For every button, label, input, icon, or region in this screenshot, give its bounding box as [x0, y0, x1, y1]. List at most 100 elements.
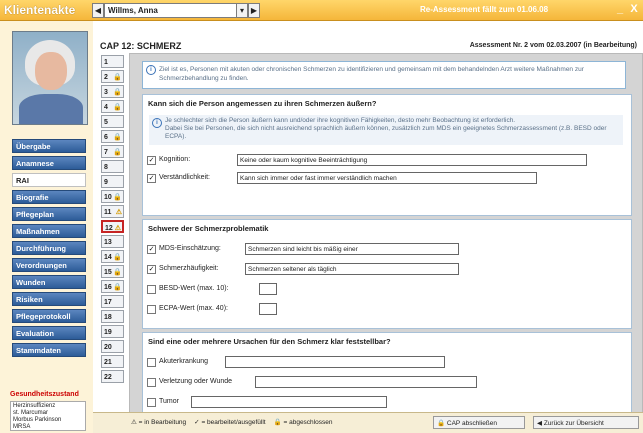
step-18[interactable]: 18 [101, 310, 124, 323]
step-label: 13 [104, 239, 112, 246]
ecpa-checkbox[interactable] [147, 305, 156, 314]
mds-label: MDS-Einschätzung: [159, 245, 221, 252]
page-title: CAP 12: SCHMERZ [100, 41, 182, 51]
step-12[interactable]: 12 ⚠ [101, 220, 124, 233]
hint-box: i Je schlechter sich die Person äußern k… [149, 115, 623, 145]
comprehension-checkbox[interactable]: ✓ [147, 174, 156, 183]
step-13[interactable]: 13 [101, 235, 124, 248]
sidebar-item[interactable]: Evaluation [12, 326, 86, 340]
bottom-bar: ⚠ = in Bearbeitung ✓ = bearbeitet/ausgefü… [93, 412, 643, 433]
diagnoses-title: Gesundheitszustand [10, 391, 79, 398]
injury-field[interactable] [255, 376, 477, 388]
comprehension-label: Verständlichkeit: [159, 174, 210, 181]
back-to-overview-button[interactable]: ◀ Zurück zur Übersicht [533, 416, 639, 429]
mds-field[interactable]: Schmerzen sind leicht bis mäßig einer [245, 243, 459, 255]
patient-dropdown-button[interactable]: ▾ [236, 3, 248, 18]
status-legend: ⚠ = in Bearbeitung ✓ = bearbeitet/ausgefü… [131, 413, 340, 433]
step-label: 16 [104, 284, 112, 291]
main-panel: CAP 12: SCHMERZ Assessment Nr. 2 vom 02.… [93, 21, 643, 413]
lock-icon: 🔒 [113, 254, 122, 261]
step-20[interactable]: 20 [101, 340, 124, 353]
step-label: 6 [104, 134, 108, 141]
minimize-button[interactable]: _ [614, 3, 626, 15]
frequency-field[interactable]: Schmerzen seltener als täglich [245, 263, 459, 275]
step-19[interactable]: 19 [101, 325, 124, 338]
tumor-label: Tumor [159, 398, 179, 405]
step-21[interactable]: 21 [101, 355, 124, 368]
assessment-status: Assessment Nr. 2 vom 02.03.2007 (in Bear… [469, 42, 637, 49]
legend-text: = in Bearbeitung [138, 419, 187, 426]
sidebar-item[interactable]: Stammdaten [12, 343, 86, 357]
lock-icon: 🔒 [113, 284, 122, 291]
step-1[interactable]: 1 [101, 55, 124, 68]
sidebar-item[interactable]: Verordnungen [12, 258, 86, 272]
step-5[interactable]: 5 [101, 115, 124, 128]
step-label: 15 [104, 269, 112, 276]
tumor-checkbox[interactable] [147, 398, 156, 407]
title-bar: Klientenakte ◀ Willms, Anna ▾ ▶ Re-Asses… [0, 0, 643, 21]
injury-checkbox[interactable] [147, 378, 156, 387]
step-label: 1 [104, 59, 108, 66]
step-11[interactable]: 11 ⚠ [101, 205, 124, 218]
diagnoses-list[interactable]: Herzinsuffizienz st. Marcumar Morbus Parki… [10, 401, 86, 431]
sidebar-item[interactable]: RAI [12, 173, 86, 187]
step-9[interactable]: 9 [101, 175, 124, 188]
legend-symbol-icon: ⚠ [131, 419, 137, 426]
step-16[interactable]: 16 🔒 [101, 280, 124, 293]
step-8[interactable]: 8 [101, 160, 124, 173]
hint-text-1: Je schlechter sich die Person äußern kan… [165, 117, 516, 124]
step-10[interactable]: 10 🔒 [101, 190, 124, 203]
cognition-label: Kognition: [159, 156, 191, 163]
close-cap-label: CAP abschließen [446, 420, 498, 427]
step-3[interactable]: 3 🔒 [101, 85, 124, 98]
cognition-checkbox[interactable]: ✓ [147, 156, 156, 165]
step-label: 18 [104, 314, 112, 321]
step-2[interactable]: 2 🔒 [101, 70, 124, 83]
sidebar-item[interactable]: Pflegeplan [12, 207, 86, 221]
acute-checkbox[interactable] [147, 358, 156, 367]
patient-name-field[interactable]: Willms, Anna [104, 3, 237, 18]
besd-checkbox[interactable] [147, 285, 156, 294]
sidebar-item[interactable]: Anamnese [12, 156, 86, 170]
step-17[interactable]: 17 [101, 295, 124, 308]
step-7[interactable]: 7 🔒 [101, 145, 124, 158]
diagnosis-item: Morbus Parkinson [13, 417, 62, 423]
step-label: 2 [104, 74, 108, 81]
step-label: 19 [104, 329, 112, 336]
previous-patient-button[interactable]: ◀ [92, 3, 104, 18]
mds-checkbox[interactable]: ✓ [147, 245, 156, 254]
besd-field[interactable] [259, 283, 277, 295]
sidebar-item[interactable]: Übergabe [12, 139, 86, 153]
sidebar-item[interactable]: Maßnahmen [12, 224, 86, 238]
cognition-field[interactable]: Keine oder kaum kognitive Beeinträchtigu… [237, 154, 587, 166]
sidebar-item[interactable]: Durchführung [12, 241, 86, 255]
sidebar-menu: Übergabe Anamnese RAI Biografie Pflegeplan Ma… [12, 139, 86, 360]
next-patient-button[interactable]: ▶ [248, 3, 260, 18]
tumor-field[interactable] [191, 396, 387, 408]
lock-icon: 🔒 [113, 104, 122, 111]
step-4[interactable]: 4 🔒 [101, 100, 124, 113]
legend-symbol-icon: 🔒 [273, 419, 282, 426]
question-title: Sind eine oder mehrere Ursachen für den … [148, 337, 391, 346]
step-15[interactable]: 15 🔒 [101, 265, 124, 278]
acute-field[interactable] [225, 356, 445, 368]
step-22[interactable]: 22 [101, 370, 124, 383]
besd-label: BESD-Wert (max. 10): [159, 285, 229, 292]
legend-item: 🔒 = abgeschlossen [274, 419, 333, 426]
comprehension-field[interactable]: Kann sich immer oder fast immer verständ… [237, 172, 537, 184]
step-14[interactable]: 14 🔒 [101, 250, 124, 263]
sidebar-item[interactable]: Wunden [12, 275, 86, 289]
step-6[interactable]: 6 🔒 [101, 130, 124, 143]
diagnosis-item: MRSA [13, 424, 31, 430]
question-title: Kann sich die Person angemessen zu ihren… [148, 99, 377, 108]
frequency-checkbox[interactable]: ✓ [147, 265, 156, 274]
lock-icon: 🔒 [113, 89, 122, 96]
sidebar-item[interactable]: Risiken [12, 292, 86, 306]
close-button[interactable]: X [628, 3, 640, 15]
close-cap-button[interactable]: 🔒 CAP abschließen [433, 416, 525, 429]
sidebar-item[interactable]: Pflegeprotokoll [12, 309, 86, 323]
step-label: 12 [105, 225, 113, 232]
step-label: 11 [104, 209, 112, 216]
sidebar-item[interactable]: Biografie [12, 190, 86, 204]
ecpa-field[interactable] [259, 303, 277, 315]
